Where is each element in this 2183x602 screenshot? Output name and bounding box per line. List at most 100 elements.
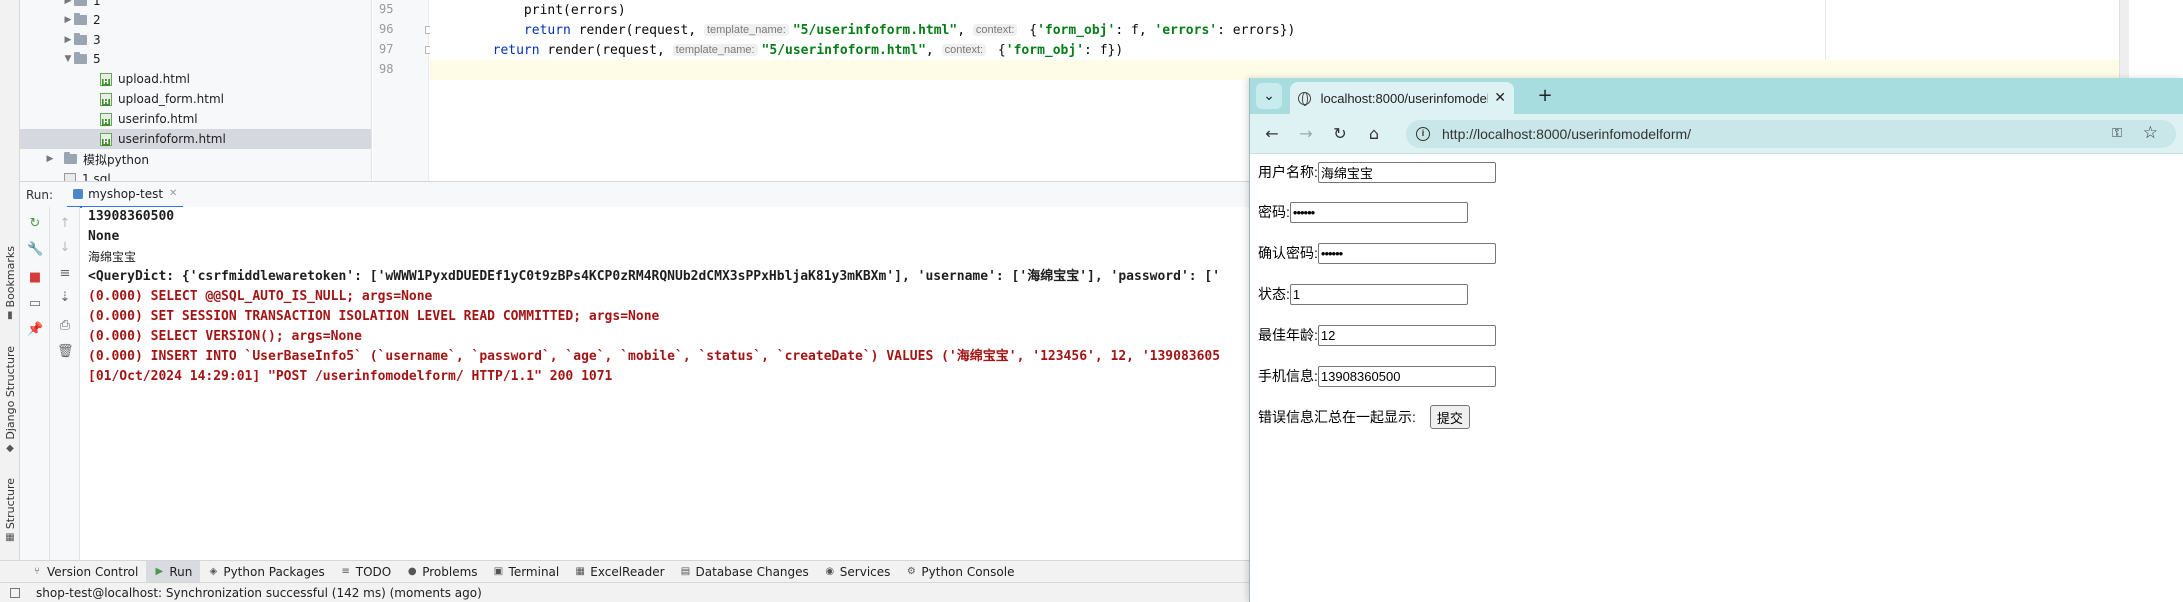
confirm-password-input[interactable] — [1317, 242, 1496, 264]
folder-icon — [64, 152, 77, 164]
site-info-icon[interactable]: i — [1416, 127, 1430, 141]
password-key-icon[interactable]: ⚿ — [2112, 126, 2122, 141]
tool-tab-python-packages[interactable]: ◈ Python Packages — [200, 561, 332, 583]
tool-tab-label: Version Control — [47, 564, 139, 579]
address-bar-url: http://localhost:8000/userinfomodelform/ — [1442, 126, 1692, 142]
tool-tab-label: Run — [169, 564, 193, 579]
chevron-right-icon[interactable]: ▶ — [62, 0, 74, 6]
tool-tab-label: ExcelReader — [590, 564, 665, 579]
tool-tab-todo[interactable]: ≡ TODO — [333, 561, 399, 583]
tree-file-upload[interactable]: upload.html — [20, 69, 371, 89]
structure-tool-tab[interactable]: Structure ▦ — [2, 478, 18, 543]
back-arrow-icon[interactable]: ← — [1260, 122, 1284, 146]
trash-icon[interactable]: 🗑 — [57, 344, 74, 360]
run-panel-header: Run: myshop-test ✕ — [20, 181, 1250, 208]
database-icon: ▤ — [680, 565, 691, 577]
chevron-right-icon[interactable]: ▶ — [62, 35, 74, 45]
forward-arrow-icon[interactable]: → — [1294, 122, 1318, 146]
status-label: 状态: — [1258, 286, 1290, 302]
age-input[interactable] — [1317, 324, 1496, 346]
tree-file-userinfoform[interactable]: userinfoform.html — [20, 129, 371, 149]
mobile-input[interactable] — [1317, 365, 1496, 387]
tree-item-label: 1.sql — [82, 172, 111, 181]
run-config-tab-label: myshop-test — [88, 186, 164, 201]
line-number: 98 — [379, 62, 394, 76]
keyword: return — [492, 42, 540, 58]
code-text: { — [1021, 22, 1038, 38]
status-row: 状态: — [1258, 283, 1468, 305]
chevron-right-icon[interactable]: ▶ — [44, 154, 56, 164]
reload-icon[interactable]: ↻ — [1328, 122, 1352, 146]
arrow-down-icon[interactable]: ↓ — [57, 240, 73, 256]
home-icon[interactable]: ⌂ — [1362, 122, 1386, 146]
pin-icon[interactable]: 📌 — [27, 322, 43, 338]
bookmark-star-icon[interactable]: ☆ — [2143, 123, 2158, 143]
parameter-hint: context: — [972, 24, 1018, 36]
tool-tab-services[interactable]: ◉ Services — [817, 561, 899, 583]
line-number: 97 — [379, 42, 394, 56]
username-input[interactable] — [1317, 161, 1496, 183]
code-line-96: return render(request, template_name: "5/… — [430, 20, 1295, 40]
address-bar[interactable]: i http://localhost:8000/userinfomodelfor… — [1406, 120, 2176, 148]
wrench-icon[interactable]: 🔧 — [27, 242, 43, 258]
code-text: , — [957, 22, 973, 38]
submit-button[interactable]: 提交 — [1429, 405, 1470, 429]
tree-folder-2[interactable]: ▶ 2 — [20, 10, 371, 30]
username-row: 用户名称: — [1258, 161, 1496, 183]
arrow-up-icon[interactable]: ↑ — [57, 216, 73, 232]
tree-item-label: 模拟python — [83, 152, 149, 167]
print-icon[interactable]: ⎙ — [57, 318, 73, 334]
chevron-right-icon[interactable]: ▶ — [62, 15, 74, 25]
folder-icon — [74, 33, 87, 45]
browser-tab-active[interactable]: localhost:8000/userinfomodelform/ ✕ — [1290, 82, 1514, 114]
left-tool-stripe: Bookmarks ▮ Django Structure ◆ Structure… — [0, 0, 20, 562]
string-literal: 'errors' — [1154, 22, 1218, 38]
chevron-down-icon[interactable]: ▼ — [62, 54, 74, 64]
tool-tab-version-control[interactable]: ⑂ Version Control — [24, 561, 146, 583]
rerun-icon[interactable]: ↻ — [27, 216, 43, 232]
status-window-icon[interactable] — [10, 587, 20, 598]
django-icon: ◆ — [6, 442, 14, 454]
tool-tab-problems[interactable]: ● Problems — [399, 561, 485, 583]
console-line: [01/Oct/2024 14:29:01] "POST /userinfomo… — [88, 369, 613, 384]
scroll-to-end-icon[interactable]: ⇣ — [57, 290, 73, 306]
close-tab-icon[interactable]: ✕ — [1494, 90, 1506, 106]
tool-tab-run[interactable]: ▶ Run — [146, 560, 201, 583]
tool-tab-python-console[interactable]: ⚙ Python Console — [898, 561, 1022, 583]
tool-tab-database-changes[interactable]: ▤ Database Changes — [673, 561, 817, 583]
close-icon[interactable]: ✕ — [169, 188, 177, 199]
string-literal: 'form_obj' — [1037, 22, 1116, 38]
tool-tab-terminal[interactable]: ▣ Terminal — [486, 561, 568, 583]
tab-search-chevron-icon[interactable]: ⌄ — [1256, 83, 1282, 109]
tool-tab-label: Problems — [422, 564, 478, 579]
bookmarks-tool-tab[interactable]: Bookmarks ▮ — [2, 246, 18, 321]
tree-item-label: upload.html — [118, 72, 191, 86]
code-text: print(errors) — [523, 2, 626, 18]
editor-scrollbar[interactable] — [2119, 0, 2129, 80]
tree-folder-3[interactable]: ▶ 3 — [20, 30, 371, 50]
new-tab-plus-icon[interactable]: + — [1532, 83, 1558, 109]
run-toolbar-primary: ↻ 🔧 ■ ▭ 📌 — [20, 207, 50, 560]
tree-folder-simulate-python[interactable]: ▶ 模拟python — [20, 149, 371, 169]
browser-tab-title: localhost:8000/userinfomodelform/ — [1320, 90, 1489, 106]
run-config-tab[interactable]: myshop-test ✕ — [67, 182, 184, 208]
password-input[interactable] — [1289, 201, 1468, 223]
browser-window: ⌄ localhost:8000/userinfomodelform/ ✕ + … — [1249, 78, 2183, 602]
tree-file-userinfo[interactable]: userinfo.html — [20, 109, 371, 129]
tree-file-upload-form[interactable]: upload_form.html — [20, 89, 371, 109]
run-console-output[interactable]: 13908360500 None 海绵宝宝 <QueryDict: {'csrf… — [82, 207, 1250, 560]
tree-folder-5[interactable]: ▼ 5 — [20, 49, 371, 69]
status-message: shop-test@localhost: Synchronization suc… — [36, 585, 482, 600]
browser-toolbar: ← → ↻ ⌂ i http://localhost:8000/userinfo… — [1250, 114, 2183, 154]
django-structure-tool-tab[interactable]: Django Structure ◆ — [2, 346, 18, 454]
layout-icon[interactable]: ▭ — [27, 296, 43, 312]
tool-tab-excelreader[interactable]: ▦ ExcelReader — [567, 561, 672, 583]
status-input[interactable] — [1289, 283, 1468, 305]
tool-tab-label: Terminal — [508, 564, 560, 579]
soft-wrap-icon[interactable]: ≡ — [57, 266, 73, 282]
stop-icon[interactable]: ■ — [27, 270, 43, 286]
todo-icon: ≡ — [341, 565, 350, 577]
console-line: <QueryDict: {'csrfmiddlewaretoken': ['wW… — [88, 269, 1221, 284]
tree-file-sql[interactable]: 1.sql — [20, 169, 371, 181]
string-literal: "5/userinfoform.html" — [761, 42, 926, 58]
